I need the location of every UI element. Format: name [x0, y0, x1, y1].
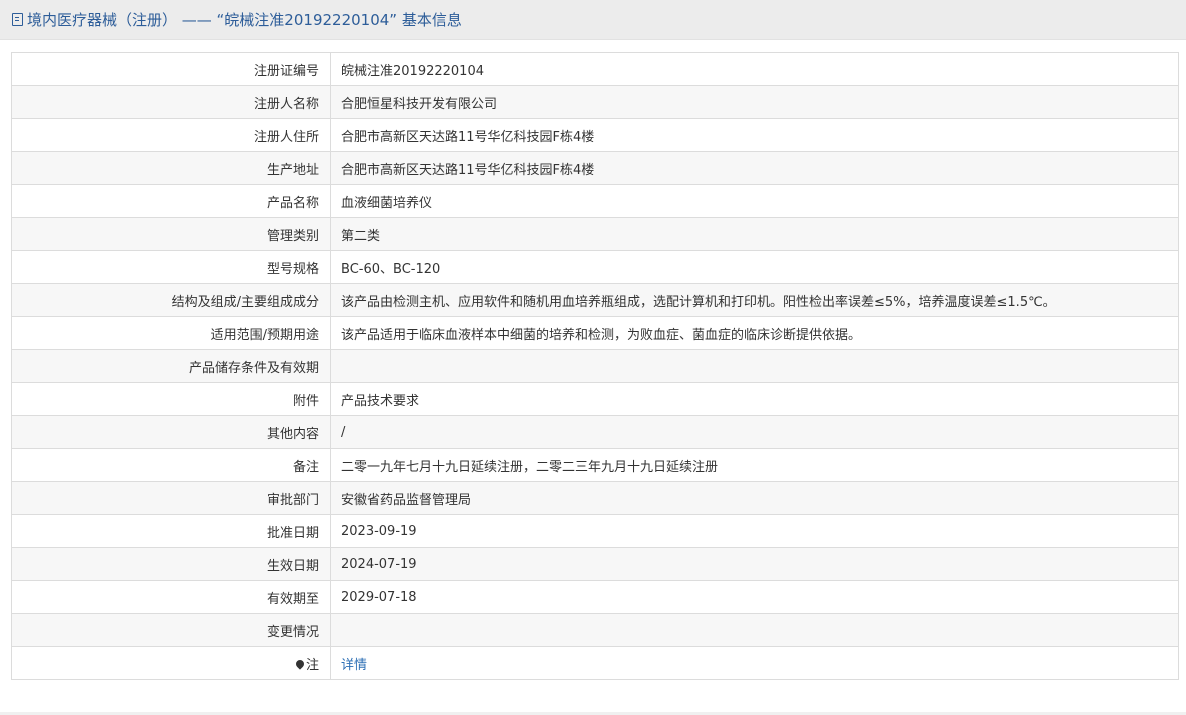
details-link[interactable]: 详情	[341, 658, 367, 673]
info-table-container: 注册证编号 皖械注准20192220104 注册人名称 合肥恒星科技开发有限公司…	[11, 52, 1179, 680]
note-value-cell: 详情	[330, 646, 1179, 680]
table-row: 产品名称 血液细菌培养仪	[11, 184, 1179, 218]
table-row: 结构及组成/主要组成成分 该产品由检测主机、应用软件和随机用血培养瓶组成，选配计…	[11, 283, 1179, 317]
note-label: 注	[305, 657, 319, 673]
row-label: 产品名称	[11, 184, 331, 218]
row-label: 产品储存条件及有效期	[11, 349, 331, 383]
info-table: 注册证编号 皖械注准20192220104 注册人名称 合肥恒星科技开发有限公司…	[11, 52, 1179, 680]
row-value: 合肥市高新区天达路11号华亿科技园F栋4楼	[330, 118, 1179, 152]
table-row: 生产地址 合肥市高新区天达路11号华亿科技园F栋4楼	[11, 151, 1179, 185]
page-title: 境内医疗器械（注册） —— “皖械注准20192220104” 基本信息	[27, 11, 462, 29]
row-value: 产品技术要求	[330, 382, 1179, 416]
row-value: 2023-09-19	[330, 514, 1179, 548]
row-label: 生效日期	[11, 547, 331, 581]
table-row: 变更情况	[11, 613, 1179, 647]
row-value: /	[330, 415, 1179, 449]
table-row: 适用范围/预期用途 该产品适用于临床血液样本中细菌的培养和检测，为败血症、菌血症…	[11, 316, 1179, 350]
table-row: 审批部门 安徽省药品监督管理局	[11, 481, 1179, 515]
row-value	[330, 613, 1179, 647]
row-value: 血液细菌培养仪	[330, 184, 1179, 218]
row-label: 注册证编号	[11, 52, 331, 86]
note-row: 注 详情	[11, 646, 1179, 680]
row-label: 批准日期	[11, 514, 331, 548]
row-value: 合肥市高新区天达路11号华亿科技园F栋4楼	[330, 151, 1179, 185]
row-value: 2024-07-19	[330, 547, 1179, 581]
table-row: 注册人住所 合肥市高新区天达路11号华亿科技园F栋4楼	[11, 118, 1179, 152]
table-row: 批准日期 2023-09-19	[11, 514, 1179, 548]
row-label: 附件	[11, 382, 331, 416]
row-value: 第二类	[330, 217, 1179, 251]
row-value: 二零一九年七月十九日延续注册，二零二三年九月十九日延续注册	[330, 448, 1179, 482]
row-label: 结构及组成/主要组成成分	[11, 283, 331, 317]
table-row: 附件 产品技术要求	[11, 382, 1179, 416]
row-label: 管理类别	[11, 217, 331, 251]
row-value: BC-60、BC-120	[330, 250, 1179, 284]
document-icon	[12, 13, 23, 26]
row-label: 注册人名称	[11, 85, 331, 119]
pin-icon	[294, 657, 306, 670]
table-row: 有效期至 2029-07-18	[11, 580, 1179, 614]
page-title-bar: 境内医疗器械（注册） —— “皖械注准20192220104” 基本信息	[0, 0, 1186, 40]
row-value: 该产品由检测主机、应用软件和随机用血培养瓶组成，选配计算机和打印机。阳性检出率误…	[330, 283, 1179, 317]
table-row: 备注 二零一九年七月十九日延续注册，二零二三年九月十九日延续注册	[11, 448, 1179, 482]
row-value: 安徽省药品监督管理局	[330, 481, 1179, 515]
table-row: 产品储存条件及有效期	[11, 349, 1179, 383]
row-label: 注册人住所	[11, 118, 331, 152]
table-row: 注册人名称 合肥恒星科技开发有限公司	[11, 85, 1179, 119]
row-label: 其他内容	[11, 415, 331, 449]
row-label: 变更情况	[11, 613, 331, 647]
row-value: 该产品适用于临床血液样本中细菌的培养和检测，为败血症、菌血症的临床诊断提供依据。	[330, 316, 1179, 350]
row-label: 适用范围/预期用途	[11, 316, 331, 350]
table-row: 生效日期 2024-07-19	[11, 547, 1179, 581]
row-label: 备注	[11, 448, 331, 482]
row-label: 型号规格	[11, 250, 331, 284]
row-label: 审批部门	[11, 481, 331, 515]
table-row: 注册证编号 皖械注准20192220104	[11, 52, 1179, 86]
row-value: 皖械注准20192220104	[330, 52, 1179, 86]
table-row: 管理类别 第二类	[11, 217, 1179, 251]
row-label: 生产地址	[11, 151, 331, 185]
row-value: 合肥恒星科技开发有限公司	[330, 85, 1179, 119]
row-label: 有效期至	[11, 580, 331, 614]
table-row: 型号规格 BC-60、BC-120	[11, 250, 1179, 284]
table-row: 其他内容 /	[11, 415, 1179, 449]
row-value: 2029-07-18	[330, 580, 1179, 614]
row-value	[330, 349, 1179, 383]
note-label-cell: 注	[11, 646, 331, 680]
